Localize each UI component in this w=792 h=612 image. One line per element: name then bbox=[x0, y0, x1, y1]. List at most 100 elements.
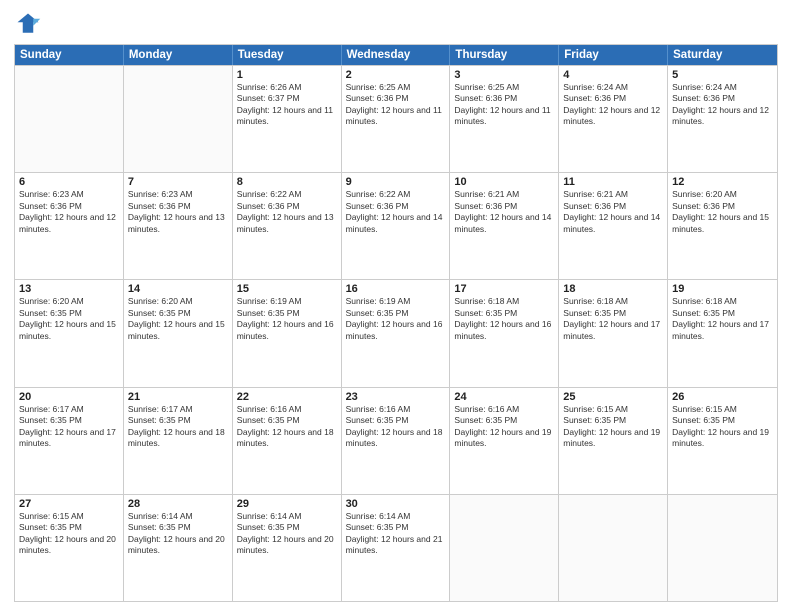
day-cell-9: 9Sunrise: 6:22 AM Sunset: 6:36 PM Daylig… bbox=[342, 173, 451, 279]
day-cell-11: 11Sunrise: 6:21 AM Sunset: 6:36 PM Dayli… bbox=[559, 173, 668, 279]
day-number: 27 bbox=[19, 498, 119, 510]
day-info: Sunrise: 6:22 AM Sunset: 6:36 PM Dayligh… bbox=[346, 189, 446, 235]
day-number: 16 bbox=[346, 283, 446, 295]
day-number: 29 bbox=[237, 498, 337, 510]
day-number: 8 bbox=[237, 176, 337, 188]
day-cell-17: 17Sunrise: 6:18 AM Sunset: 6:35 PM Dayli… bbox=[450, 280, 559, 386]
calendar-row-2: 13Sunrise: 6:20 AM Sunset: 6:35 PM Dayli… bbox=[15, 279, 777, 386]
header-cell-wednesday: Wednesday bbox=[342, 45, 451, 65]
header bbox=[14, 10, 778, 38]
day-info: Sunrise: 6:14 AM Sunset: 6:35 PM Dayligh… bbox=[346, 511, 446, 557]
day-info: Sunrise: 6:19 AM Sunset: 6:35 PM Dayligh… bbox=[237, 296, 337, 342]
day-cell-26: 26Sunrise: 6:15 AM Sunset: 6:35 PM Dayli… bbox=[668, 388, 777, 494]
day-cell-14: 14Sunrise: 6:20 AM Sunset: 6:35 PM Dayli… bbox=[124, 280, 233, 386]
day-info: Sunrise: 6:17 AM Sunset: 6:35 PM Dayligh… bbox=[128, 404, 228, 450]
day-cell-empty bbox=[559, 495, 668, 601]
day-info: Sunrise: 6:14 AM Sunset: 6:35 PM Dayligh… bbox=[128, 511, 228, 557]
day-cell-empty bbox=[668, 495, 777, 601]
day-number: 22 bbox=[237, 391, 337, 403]
day-cell-12: 12Sunrise: 6:20 AM Sunset: 6:36 PM Dayli… bbox=[668, 173, 777, 279]
day-number: 28 bbox=[128, 498, 228, 510]
day-cell-21: 21Sunrise: 6:17 AM Sunset: 6:35 PM Dayli… bbox=[124, 388, 233, 494]
day-number: 13 bbox=[19, 283, 119, 295]
day-info: Sunrise: 6:19 AM Sunset: 6:35 PM Dayligh… bbox=[346, 296, 446, 342]
day-cell-2: 2Sunrise: 6:25 AM Sunset: 6:36 PM Daylig… bbox=[342, 66, 451, 172]
day-number: 2 bbox=[346, 69, 446, 81]
day-info: Sunrise: 6:14 AM Sunset: 6:35 PM Dayligh… bbox=[237, 511, 337, 557]
day-cell-empty bbox=[450, 495, 559, 601]
day-info: Sunrise: 6:16 AM Sunset: 6:35 PM Dayligh… bbox=[346, 404, 446, 450]
header-cell-thursday: Thursday bbox=[450, 45, 559, 65]
day-number: 15 bbox=[237, 283, 337, 295]
day-info: Sunrise: 6:22 AM Sunset: 6:36 PM Dayligh… bbox=[237, 189, 337, 235]
day-info: Sunrise: 6:26 AM Sunset: 6:37 PM Dayligh… bbox=[237, 82, 337, 128]
day-number: 5 bbox=[672, 69, 773, 81]
day-info: Sunrise: 6:18 AM Sunset: 6:35 PM Dayligh… bbox=[672, 296, 773, 342]
day-info: Sunrise: 6:15 AM Sunset: 6:35 PM Dayligh… bbox=[563, 404, 663, 450]
day-number: 14 bbox=[128, 283, 228, 295]
day-cell-25: 25Sunrise: 6:15 AM Sunset: 6:35 PM Dayli… bbox=[559, 388, 668, 494]
day-cell-5: 5Sunrise: 6:24 AM Sunset: 6:36 PM Daylig… bbox=[668, 66, 777, 172]
day-cell-30: 30Sunrise: 6:14 AM Sunset: 6:35 PM Dayli… bbox=[342, 495, 451, 601]
calendar-row-0: 1Sunrise: 6:26 AM Sunset: 6:37 PM Daylig… bbox=[15, 65, 777, 172]
day-cell-28: 28Sunrise: 6:14 AM Sunset: 6:35 PM Dayli… bbox=[124, 495, 233, 601]
day-cell-15: 15Sunrise: 6:19 AM Sunset: 6:35 PM Dayli… bbox=[233, 280, 342, 386]
day-cell-7: 7Sunrise: 6:23 AM Sunset: 6:36 PM Daylig… bbox=[124, 173, 233, 279]
header-cell-tuesday: Tuesday bbox=[233, 45, 342, 65]
calendar-header: SundayMondayTuesdayWednesdayThursdayFrid… bbox=[15, 45, 777, 65]
day-number: 24 bbox=[454, 391, 554, 403]
day-number: 11 bbox=[563, 176, 663, 188]
page: SundayMondayTuesdayWednesdayThursdayFrid… bbox=[0, 0, 792, 612]
calendar-row-1: 6Sunrise: 6:23 AM Sunset: 6:36 PM Daylig… bbox=[15, 172, 777, 279]
day-cell-20: 20Sunrise: 6:17 AM Sunset: 6:35 PM Dayli… bbox=[15, 388, 124, 494]
day-number: 6 bbox=[19, 176, 119, 188]
day-info: Sunrise: 6:24 AM Sunset: 6:36 PM Dayligh… bbox=[672, 82, 773, 128]
day-info: Sunrise: 6:25 AM Sunset: 6:36 PM Dayligh… bbox=[454, 82, 554, 128]
calendar: SundayMondayTuesdayWednesdayThursdayFrid… bbox=[14, 44, 778, 602]
day-info: Sunrise: 6:17 AM Sunset: 6:35 PM Dayligh… bbox=[19, 404, 119, 450]
calendar-body: 1Sunrise: 6:26 AM Sunset: 6:37 PM Daylig… bbox=[15, 65, 777, 601]
day-cell-24: 24Sunrise: 6:16 AM Sunset: 6:35 PM Dayli… bbox=[450, 388, 559, 494]
day-number: 20 bbox=[19, 391, 119, 403]
day-cell-29: 29Sunrise: 6:14 AM Sunset: 6:35 PM Dayli… bbox=[233, 495, 342, 601]
day-number: 9 bbox=[346, 176, 446, 188]
day-number: 26 bbox=[672, 391, 773, 403]
day-info: Sunrise: 6:15 AM Sunset: 6:35 PM Dayligh… bbox=[672, 404, 773, 450]
day-info: Sunrise: 6:21 AM Sunset: 6:36 PM Dayligh… bbox=[454, 189, 554, 235]
day-info: Sunrise: 6:24 AM Sunset: 6:36 PM Dayligh… bbox=[563, 82, 663, 128]
day-number: 12 bbox=[672, 176, 773, 188]
calendar-row-3: 20Sunrise: 6:17 AM Sunset: 6:35 PM Dayli… bbox=[15, 387, 777, 494]
day-number: 7 bbox=[128, 176, 228, 188]
day-number: 18 bbox=[563, 283, 663, 295]
day-cell-1: 1Sunrise: 6:26 AM Sunset: 6:37 PM Daylig… bbox=[233, 66, 342, 172]
day-cell-23: 23Sunrise: 6:16 AM Sunset: 6:35 PM Dayli… bbox=[342, 388, 451, 494]
day-number: 3 bbox=[454, 69, 554, 81]
day-info: Sunrise: 6:16 AM Sunset: 6:35 PM Dayligh… bbox=[237, 404, 337, 450]
day-cell-6: 6Sunrise: 6:23 AM Sunset: 6:36 PM Daylig… bbox=[15, 173, 124, 279]
day-number: 25 bbox=[563, 391, 663, 403]
day-info: Sunrise: 6:21 AM Sunset: 6:36 PM Dayligh… bbox=[563, 189, 663, 235]
day-cell-empty bbox=[15, 66, 124, 172]
day-info: Sunrise: 6:18 AM Sunset: 6:35 PM Dayligh… bbox=[454, 296, 554, 342]
day-number: 19 bbox=[672, 283, 773, 295]
day-cell-19: 19Sunrise: 6:18 AM Sunset: 6:35 PM Dayli… bbox=[668, 280, 777, 386]
day-cell-13: 13Sunrise: 6:20 AM Sunset: 6:35 PM Dayli… bbox=[15, 280, 124, 386]
header-cell-monday: Monday bbox=[124, 45, 233, 65]
day-info: Sunrise: 6:15 AM Sunset: 6:35 PM Dayligh… bbox=[19, 511, 119, 557]
day-cell-27: 27Sunrise: 6:15 AM Sunset: 6:35 PM Dayli… bbox=[15, 495, 124, 601]
day-cell-10: 10Sunrise: 6:21 AM Sunset: 6:36 PM Dayli… bbox=[450, 173, 559, 279]
day-cell-empty bbox=[124, 66, 233, 172]
day-cell-4: 4Sunrise: 6:24 AM Sunset: 6:36 PM Daylig… bbox=[559, 66, 668, 172]
header-cell-sunday: Sunday bbox=[15, 45, 124, 65]
day-number: 10 bbox=[454, 176, 554, 188]
day-number: 21 bbox=[128, 391, 228, 403]
header-cell-saturday: Saturday bbox=[668, 45, 777, 65]
day-info: Sunrise: 6:16 AM Sunset: 6:35 PM Dayligh… bbox=[454, 404, 554, 450]
day-number: 17 bbox=[454, 283, 554, 295]
day-number: 1 bbox=[237, 69, 337, 81]
day-number: 30 bbox=[346, 498, 446, 510]
day-cell-18: 18Sunrise: 6:18 AM Sunset: 6:35 PM Dayli… bbox=[559, 280, 668, 386]
logo bbox=[14, 10, 46, 38]
day-cell-8: 8Sunrise: 6:22 AM Sunset: 6:36 PM Daylig… bbox=[233, 173, 342, 279]
day-info: Sunrise: 6:20 AM Sunset: 6:36 PM Dayligh… bbox=[672, 189, 773, 235]
